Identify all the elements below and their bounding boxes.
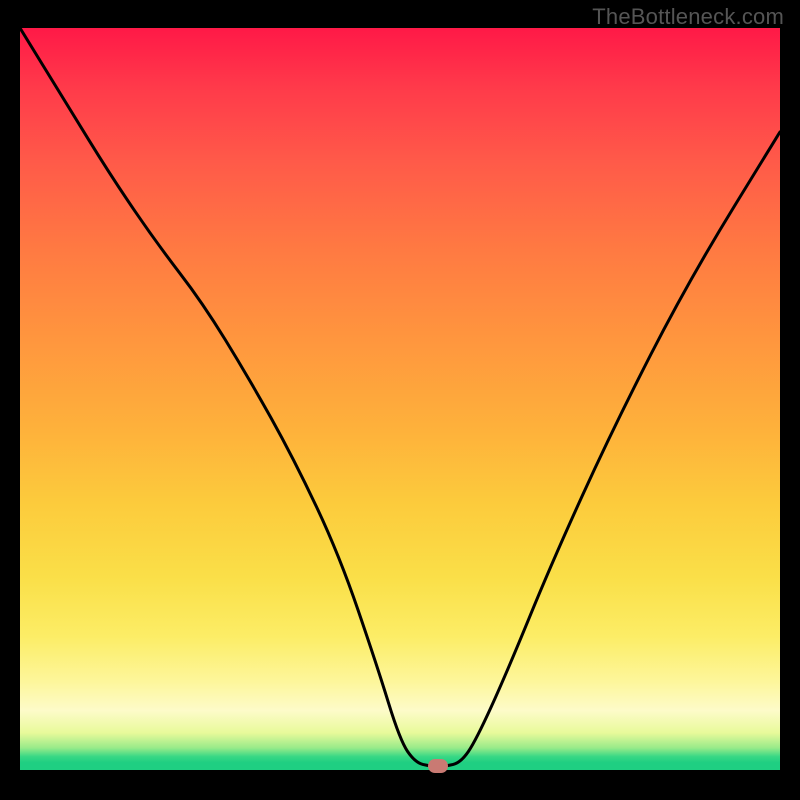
- curve-svg: [20, 28, 780, 788]
- optimal-marker: [428, 759, 448, 773]
- plot-area: [20, 28, 780, 788]
- chart-root: TheBottleneck.com: [0, 0, 800, 800]
- bottleneck-curve-path: [20, 28, 780, 766]
- watermark-text: TheBottleneck.com: [592, 4, 784, 30]
